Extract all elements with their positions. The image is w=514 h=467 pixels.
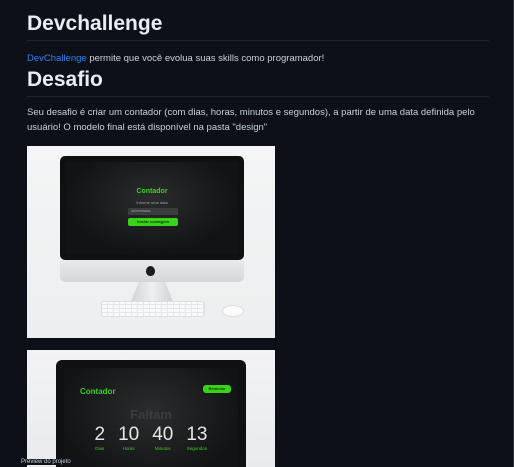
image-caption: Preview do projeto xyxy=(21,459,71,465)
screen-start-button: Iniciar contagem xyxy=(128,218,178,226)
imac-screen: Contador Informe uma data dd/mm/aaaa Ini… xyxy=(66,162,238,254)
count-label: Horas xyxy=(122,446,135,451)
readme-content: Devchallenge DevChallenge permite que vo… xyxy=(27,10,489,467)
screen2-faltam: Faltam xyxy=(130,407,172,422)
desafio-paragraph: Seu desafio é criar um contador (com dia… xyxy=(27,107,475,133)
count-seconds: 13 Segundos xyxy=(186,424,207,451)
count-minutes: 40 Minutos xyxy=(152,424,173,451)
screen-date-input: dd/mm/aaaa xyxy=(128,208,178,215)
design-preview-image-1: Contador Informe uma data dd/mm/aaaa Ini… xyxy=(27,146,275,338)
count-value: 40 xyxy=(152,424,174,445)
keyboard xyxy=(101,301,205,317)
mouse xyxy=(222,305,244,317)
count-label: Minutos xyxy=(154,446,171,451)
devchallenge-link[interactable]: DevChallenge xyxy=(27,53,87,64)
imac-display-zoomed: Contador Reiniciar Faltam 2 Dias 10 Hora… xyxy=(56,360,246,467)
heading-desafio: Desafio xyxy=(27,66,489,97)
count-label: Segundos xyxy=(186,446,208,451)
heading-devchallenge: Devchallenge xyxy=(27,10,489,41)
apple-logo-icon xyxy=(146,266,155,276)
count-value: 10 xyxy=(118,424,140,445)
screen-subtitle: Informe uma data xyxy=(136,200,168,205)
imac-chin xyxy=(60,260,244,282)
readme-panel: Devchallenge DevChallenge permite que vo… xyxy=(0,0,514,467)
screen-title: Contador xyxy=(136,188,168,195)
screen2-restart-button: Reiniciar xyxy=(203,385,231,393)
design-preview-image-2: Contador Reiniciar Faltam 2 Dias 10 Hora… xyxy=(27,350,275,467)
imac-screen-zoomed: Contador Reiniciar Faltam 2 Dias 10 Hora… xyxy=(64,368,238,467)
screen2-countdown: 2 Dias 10 Horas 40 Minutos 13 Segundos xyxy=(64,424,238,451)
count-days: 2 Dias xyxy=(95,424,106,451)
screen2-logo: Contador xyxy=(80,387,116,396)
count-value: 2 xyxy=(94,424,106,445)
count-value: 13 xyxy=(186,424,208,445)
count-hours: 10 Horas xyxy=(118,424,139,451)
intro-paragraph: DevChallenge permite que você evolua sua… xyxy=(27,52,489,66)
count-label: Dias xyxy=(95,446,105,451)
intro-text: permite que você evolua suas skills como… xyxy=(86,53,325,64)
imac-display: Contador Informe uma data dd/mm/aaaa Ini… xyxy=(60,156,244,260)
